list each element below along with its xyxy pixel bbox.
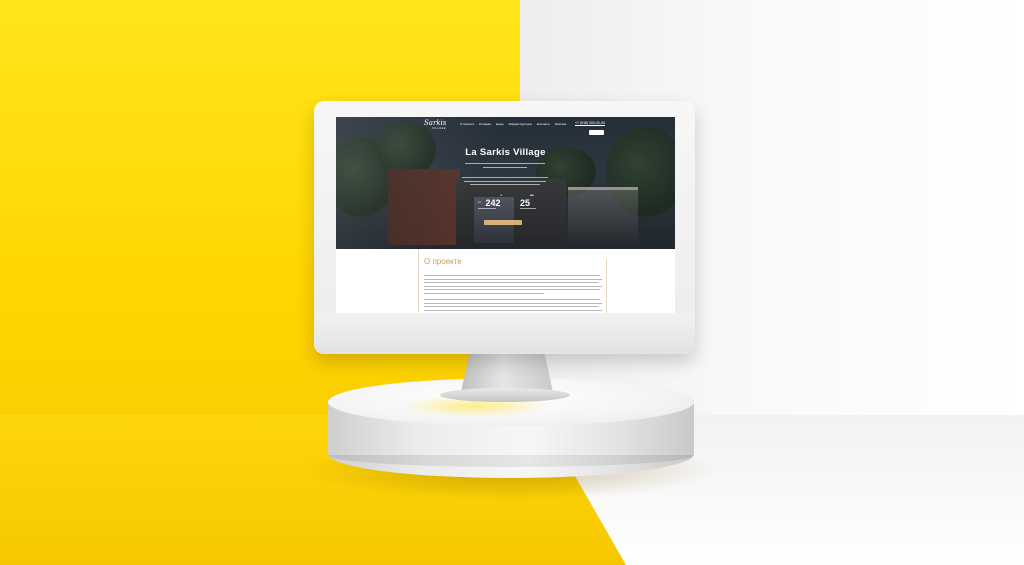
monitor-screen: Sarkis VILLAGE О проекте Котеджи Цены Ин… — [336, 117, 675, 313]
sarkis-village-logo-icon[interactable]: Sarkis VILLAGE — [424, 119, 452, 132]
about-text-line — [424, 275, 600, 277]
about-text-line — [424, 302, 602, 304]
monitor-stand-neck — [461, 350, 553, 392]
about-title: О проекте — [424, 257, 462, 266]
hero-section: Sarkis VILLAGE О проекте Котеджи Цены Ин… — [336, 117, 675, 249]
about-text-line — [424, 309, 602, 311]
nav-link-cottages[interactable]: Котеджи — [479, 122, 491, 126]
monitor-chin — [314, 313, 695, 354]
monitor: Sarkis VILLAGE О проекте Котеджи Цены Ин… — [314, 101, 695, 354]
about-text-line — [424, 292, 544, 294]
hero-title: La Sarkis Village — [465, 147, 546, 158]
nav-link-about[interactable]: О проекте — [460, 122, 474, 126]
stat-value: 242 — [485, 198, 501, 208]
nav-link-infrastructure[interactable]: Инфраструктура — [509, 122, 532, 126]
logo-sub-text: VILLAGE — [432, 127, 446, 130]
stat-caption-price — [478, 208, 496, 210]
stat-unit: км — [530, 193, 534, 197]
hero-description — [462, 175, 548, 188]
about-text-line — [424, 306, 598, 308]
about-text-line — [424, 282, 598, 284]
about-divider-left — [418, 249, 419, 313]
nav-link-contacts[interactable]: Контакты — [537, 122, 550, 126]
language-switch[interactable] — [589, 130, 604, 135]
about-text-line — [424, 278, 602, 280]
about-text-line — [424, 285, 602, 287]
about-text-line — [424, 299, 600, 301]
about-section: О проекте — [336, 249, 675, 313]
site-navbar: Sarkis VILLAGE О проекте Котеджи Цены Ин… — [336, 117, 675, 135]
hero-cta-button[interactable] — [484, 220, 522, 225]
stat-caption-distance — [520, 208, 536, 210]
monitor-stand-base — [440, 388, 570, 402]
nav-link-prices[interactable]: Цены — [496, 122, 504, 126]
nav-phone-link[interactable]: +7 (918) 000-00-00 — [575, 121, 606, 126]
about-divider-right — [606, 259, 607, 313]
stat-prefix: от — [478, 199, 481, 204]
nav-links: О проекте Котеджи Цены Инфраструктура Ко… — [460, 122, 566, 126]
mockup-scene: Sarkis VILLAGE О проекте Котеджи Цены Ин… — [0, 0, 1024, 565]
about-text-line — [424, 289, 600, 291]
nav-link-mortgage[interactable]: Ипотека — [555, 122, 566, 126]
stat-value: 25 — [520, 198, 531, 208]
hero-subtitle — [460, 161, 550, 170]
stat-unit: с — [500, 193, 503, 197]
logo-script-text: Sarkis — [424, 119, 447, 127]
